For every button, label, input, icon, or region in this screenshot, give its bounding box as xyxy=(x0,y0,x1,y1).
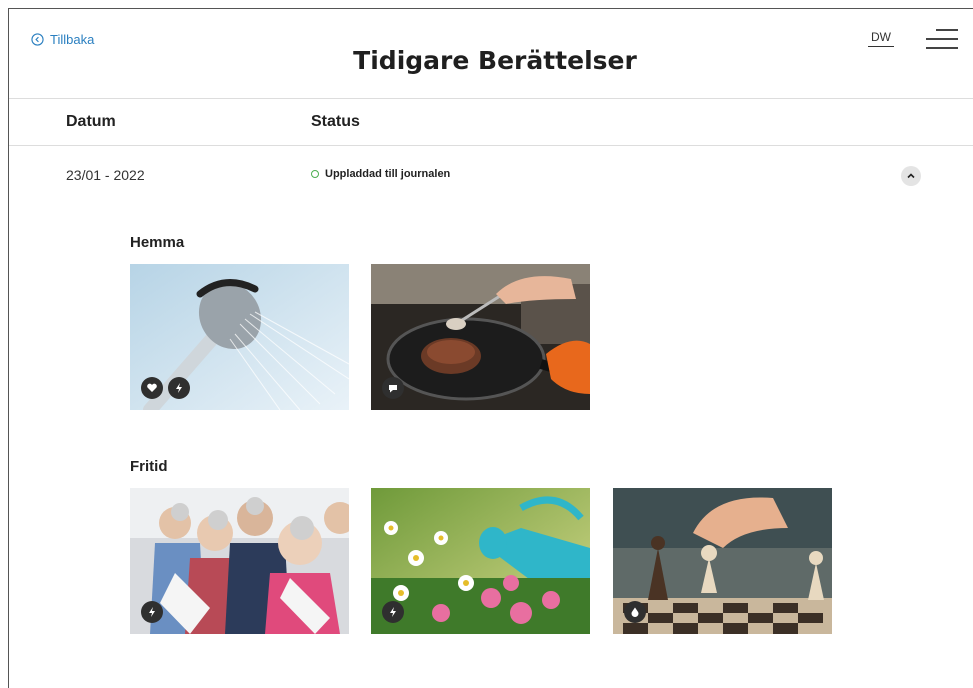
status-dot-icon xyxy=(311,170,319,178)
status-label: Uppladdad till journalen xyxy=(325,168,451,180)
image-tile-shower[interactable] xyxy=(130,264,349,410)
status-badge: Uppladdad till journalen xyxy=(311,168,450,180)
header-divider xyxy=(9,98,973,99)
group-title-hemma: Hemma xyxy=(130,234,185,251)
user-initials[interactable]: DW xyxy=(868,30,894,47)
row-divider xyxy=(9,145,973,146)
drop-icon xyxy=(624,601,646,623)
column-header-date: Datum xyxy=(66,113,116,130)
group-title-fritid: Fritid xyxy=(130,458,168,475)
lightning-icon xyxy=(382,601,404,623)
back-link[interactable]: Tillbaka xyxy=(31,32,94,47)
tile-badges xyxy=(141,601,163,623)
lightning-icon xyxy=(141,601,163,623)
hamburger-menu-icon[interactable] xyxy=(926,29,958,51)
chevron-up-icon xyxy=(907,173,915,179)
page-title: Tidigare Berättelser xyxy=(353,46,637,75)
image-tile-choir[interactable] xyxy=(130,488,349,634)
tile-badges xyxy=(382,601,404,623)
image-tile-chess[interactable] xyxy=(613,488,832,634)
heart-icon xyxy=(141,377,163,399)
speech-icon xyxy=(382,377,404,399)
collapse-button[interactable] xyxy=(901,166,921,186)
back-link-label: Tillbaka xyxy=(50,32,95,47)
image-tile-cooking[interactable] xyxy=(371,264,590,410)
tile-badges xyxy=(141,377,190,399)
tile-badges xyxy=(624,601,646,623)
column-header-status: Status xyxy=(311,113,360,130)
back-arrow-icon xyxy=(31,33,44,46)
tile-badges xyxy=(382,377,404,399)
story-date: 23/01 - 2022 xyxy=(66,167,145,183)
lightning-icon xyxy=(168,377,190,399)
image-tile-gardening[interactable] xyxy=(371,488,590,634)
